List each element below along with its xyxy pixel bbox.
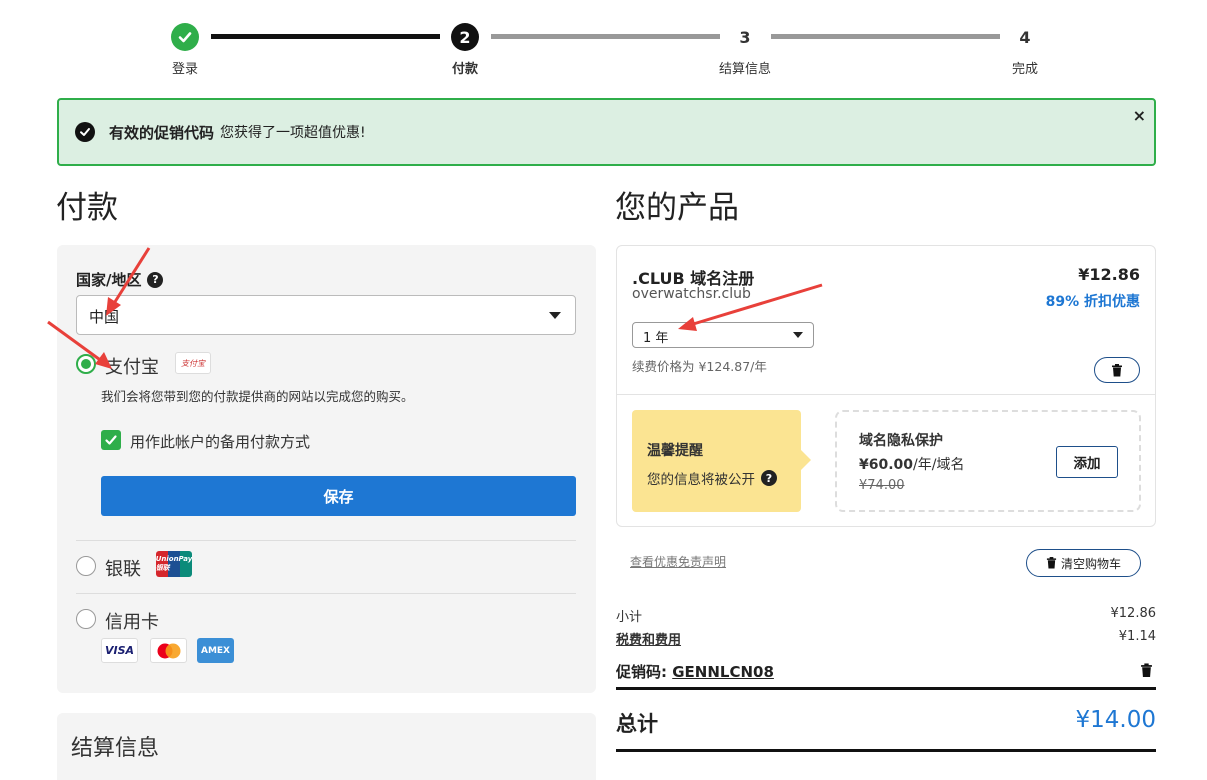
alert-title: 有效的促销代码 bbox=[109, 123, 215, 142]
step-3-circle: 3 bbox=[739, 27, 751, 47]
term-select[interactable]: 1 年 bbox=[632, 322, 814, 348]
close-icon[interactable]: × bbox=[1133, 106, 1146, 125]
help-icon[interactable]: ? bbox=[761, 470, 777, 486]
save-button[interactable]: 保存 bbox=[101, 476, 576, 516]
divider bbox=[76, 540, 576, 541]
payment-panel: 国家/地区 ? 中国 支付宝 支付宝 我们会将您带到您的付款提供商的网站以完成您… bbox=[57, 245, 596, 693]
divider bbox=[616, 687, 1156, 690]
country-select[interactable]: 中国 bbox=[76, 295, 576, 335]
subtotal-row: 小计 ¥12.86 bbox=[616, 606, 1156, 625]
billing-heading: 结算信息 bbox=[71, 736, 160, 761]
unionpay-logo: UnionPay 银联 bbox=[156, 551, 192, 577]
divider bbox=[616, 749, 1156, 752]
mastercard-logo bbox=[150, 638, 187, 663]
credit-card-label[interactable]: 信用卡 bbox=[105, 608, 159, 634]
add-privacy-button[interactable]: 添加 bbox=[1056, 446, 1118, 478]
visa-logo: VISA bbox=[101, 638, 138, 663]
step-3-label: 结算信息 bbox=[718, 62, 771, 77]
trash-icon bbox=[1046, 557, 1057, 569]
tax-row: 税费和费用 ¥1.14 bbox=[616, 629, 1156, 648]
promo-success-alert: 有效的促销代码 您获得了一项超值优惠! × bbox=[57, 98, 1156, 166]
country-label-text: 国家/地区 bbox=[76, 271, 142, 289]
privacy-price-unit: /年/域名 bbox=[913, 457, 965, 473]
help-icon[interactable]: ? bbox=[147, 271, 164, 288]
tip-text-content: 您的信息将被公开 bbox=[647, 472, 755, 488]
unionpay-label[interactable]: 银联 bbox=[105, 555, 141, 581]
privacy-price-value: ¥60.00 bbox=[859, 457, 914, 473]
promo-label: 促销码: bbox=[616, 663, 667, 681]
total-value: ¥14.00 bbox=[1075, 707, 1156, 733]
product-price: ¥12.86 bbox=[1078, 265, 1140, 284]
step-2-circle: 2 bbox=[451, 23, 479, 51]
renewal-price: 续费价格为 ¥124.87/年 bbox=[632, 359, 767, 374]
payment-heading: 付款 bbox=[56, 190, 118, 226]
check-icon bbox=[75, 122, 95, 142]
checkout-stepper: 登录 2 付款 3 结算信息 4 完成 bbox=[0, 0, 1207, 90]
privacy-old-price: ¥74.00 bbox=[859, 478, 905, 493]
caret-down-icon bbox=[793, 332, 803, 338]
privacy-protection-upsell: 域名隐私保护 ¥60.00/年/域名 ¥74.00 添加 bbox=[835, 410, 1141, 512]
unionpay-logo-text: UnionPay 银联 bbox=[156, 555, 192, 572]
products-heading: 您的产品 bbox=[615, 190, 739, 226]
alert-text: 您获得了一项超值优惠! bbox=[220, 125, 366, 141]
country-select-value: 中国 bbox=[89, 308, 120, 326]
step-line-1 bbox=[211, 34, 440, 39]
trash-icon[interactable] bbox=[1140, 663, 1153, 678]
amex-logo: AMEX bbox=[197, 638, 234, 663]
unionpay-radio[interactable] bbox=[76, 556, 96, 576]
subtotal-label: 小计 bbox=[616, 610, 643, 625]
billing-panel: 结算信息 bbox=[57, 713, 596, 780]
subtotal-value: ¥12.86 bbox=[1110, 606, 1157, 621]
alipay-logo: 支付宝 bbox=[175, 352, 211, 374]
clear-cart-button[interactable]: 清空购物车 bbox=[1026, 549, 1141, 577]
total-label: 总计 bbox=[616, 712, 658, 736]
step-4-circle: 4 bbox=[1019, 27, 1031, 47]
step-4-label: 完成 bbox=[1011, 62, 1038, 77]
privacy-tip: 温馨提醒 您的信息将被公开 ? bbox=[632, 410, 811, 512]
trash-icon bbox=[1112, 363, 1122, 376]
step-line-3 bbox=[771, 34, 1000, 39]
discount-disclaimer-link[interactable]: 查看优惠免责声明 bbox=[630, 553, 726, 570]
promo-code[interactable]: GENNLCN08 bbox=[672, 663, 774, 681]
privacy-title: 域名隐私保护 bbox=[859, 433, 943, 449]
backup-payment-label[interactable]: 用作此帐户的备用付款方式 bbox=[130, 431, 310, 452]
step-2-label: 付款 bbox=[451, 62, 478, 77]
tax-label[interactable]: 税费和费用 bbox=[616, 633, 681, 648]
country-label: 国家/地区 ? bbox=[76, 269, 164, 290]
product-discount: 89% 折扣优惠 bbox=[1045, 294, 1140, 310]
term-select-value: 1 年 bbox=[643, 331, 669, 346]
remove-item-button[interactable] bbox=[1094, 357, 1140, 383]
alipay-description: 我们会将您带到您的付款提供商的网站以完成您的购买。 bbox=[101, 389, 414, 404]
step-1-check-icon bbox=[171, 23, 199, 51]
privacy-price: ¥60.00/年/域名 bbox=[859, 454, 964, 474]
divider bbox=[617, 394, 1155, 395]
divider bbox=[76, 593, 576, 594]
promo-row: 促销码: GENNLCN08 bbox=[616, 661, 1156, 682]
product-domain: overwatchsr.club bbox=[632, 286, 751, 302]
step-1-label: 登录 bbox=[171, 62, 198, 77]
caret-down-icon bbox=[549, 312, 561, 319]
product-card: .CLUB 域名注册 overwatchsr.club ¥12.86 89% 折… bbox=[616, 245, 1156, 527]
tip-title: 温馨提醒 bbox=[647, 443, 703, 459]
alipay-radio[interactable] bbox=[76, 354, 96, 374]
credit-card-radio[interactable] bbox=[76, 609, 96, 629]
tip-text: 您的信息将被公开 ? bbox=[647, 468, 786, 488]
backup-payment-checkbox[interactable] bbox=[101, 430, 121, 450]
alipay-label[interactable]: 支付宝 bbox=[105, 353, 159, 379]
step-line-2 bbox=[491, 34, 720, 39]
clear-cart-label: 清空购物车 bbox=[1060, 556, 1121, 571]
tax-value: ¥1.14 bbox=[1118, 629, 1156, 644]
